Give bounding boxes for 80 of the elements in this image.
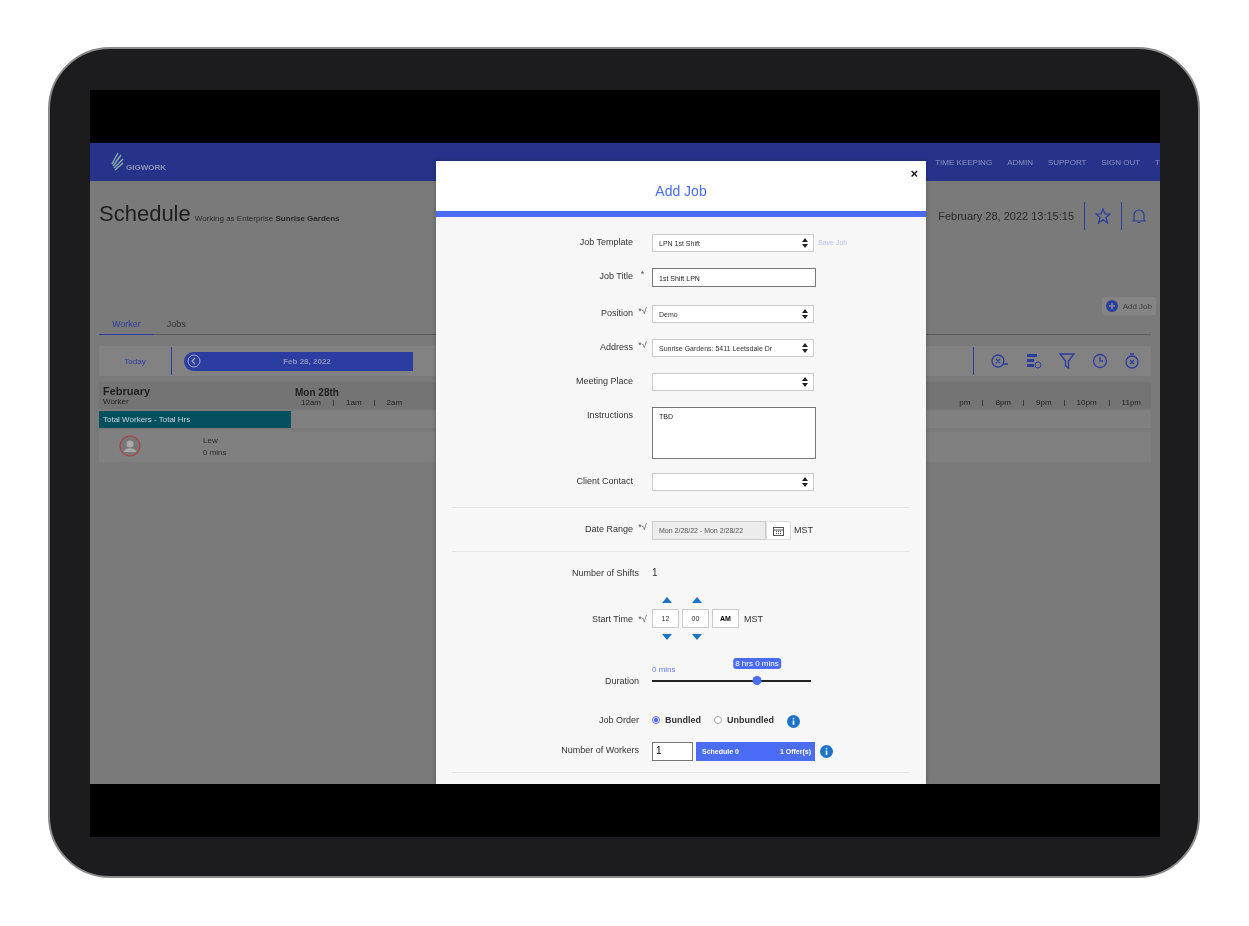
- sort-arrows-icon: [802, 377, 808, 387]
- field-label: Address: [598, 341, 633, 352]
- required-mark: *√: [638, 613, 647, 624]
- hour-label: 11pm: [1121, 398, 1141, 407]
- increment-icon[interactable]: [662, 597, 672, 603]
- nav-link[interactable]: SIGN OUT: [1101, 157, 1141, 167]
- stopwatch-icon[interactable]: [1125, 353, 1139, 369]
- slider-thumb[interactable]: [752, 676, 762, 685]
- worker-cell[interactable]: Lew 0 mins: [99, 430, 291, 462]
- filter-icon[interactable]: [1059, 353, 1075, 369]
- star-icon[interactable]: [1095, 208, 1111, 224]
- plus-circle-icon: [1105, 300, 1118, 312]
- field-label: Duration: [603, 675, 639, 686]
- time-zone: MST: [794, 524, 813, 535]
- sort-arrows-icon: [802, 477, 808, 487]
- date-label: Feb 28, 2022: [282, 356, 332, 366]
- field-label: Number of Workers: [560, 744, 639, 755]
- field-label: Start Time: [591, 613, 633, 624]
- decrement-icon[interactable]: [692, 634, 702, 640]
- dialog-title: Add Job: [655, 183, 707, 199]
- decrement-icon[interactable]: [662, 634, 672, 640]
- close-button[interactable]: ×: [910, 166, 918, 181]
- clock-cancel-icon[interactable]: [991, 353, 1009, 369]
- slider-value-label: 8 hrs 0 mins: [733, 658, 781, 669]
- radio-option[interactable]: Unbundled: [714, 712, 774, 725]
- nav-link[interactable]: SUPPORT: [1047, 157, 1087, 167]
- field-label: Client Contact: [575, 475, 633, 486]
- info-icon[interactable]: [820, 745, 833, 758]
- required-mark: *√: [638, 522, 647, 532]
- field-label: Date Range: [583, 523, 633, 534]
- calendar-button[interactable]: [766, 521, 791, 540]
- field-label: Job Order: [597, 714, 639, 725]
- input-field[interactable]: 1: [652, 742, 693, 761]
- select-field[interactable]: [652, 373, 814, 391]
- calendar-icon: [773, 525, 784, 536]
- worker-name: Lew: [203, 435, 219, 445]
- hour-label: 12am: [301, 398, 321, 407]
- shift-count: 1: [652, 566, 658, 578]
- clock-icon[interactable]: [1092, 353, 1108, 369]
- required-mark: *: [640, 269, 645, 279]
- increment-icon[interactable]: [692, 597, 702, 603]
- field-label: Position: [599, 307, 633, 318]
- chevron-left-icon[interactable]: [187, 354, 201, 368]
- date-time: February 28, 2022 13:15:15: [938, 210, 1074, 222]
- nav-link[interactable]: ADMIN: [1007, 157, 1033, 167]
- hour-label: 1am: [346, 398, 362, 407]
- hour-label: 9pm: [1036, 398, 1052, 407]
- logo-text: GIGWORK: [126, 163, 166, 172]
- field-label: Instructions: [585, 409, 633, 420]
- required-mark: *√: [638, 340, 647, 350]
- hour-label: 8pm: [995, 398, 1011, 407]
- column-label: Worker: [103, 397, 130, 406]
- total-row-header: Total Workers - Total Hrs: [99, 411, 291, 428]
- worker-time: 0 mins: [203, 447, 227, 457]
- hour-label: pm: [959, 398, 971, 407]
- time-zone: MST: [744, 613, 763, 624]
- page-subtitle: Working as Enterprise Sunrise Gardens: [194, 214, 340, 223]
- select-field[interactable]: [652, 473, 814, 491]
- slider-min-label: 0 mins: [652, 665, 676, 674]
- bell-icon[interactable]: [1132, 208, 1146, 224]
- field-label: Number of Shifts: [570, 567, 639, 578]
- radio-option[interactable]: Bundled: [652, 712, 701, 725]
- field-label: Meeting Place: [574, 375, 633, 386]
- list-clock-icon[interactable]: [1026, 353, 1042, 369]
- day-label: Mon 28th: [294, 386, 340, 398]
- sort-arrows-icon: [802, 343, 808, 353]
- avatar-icon: [119, 435, 141, 457]
- field-label: Job Template: [578, 236, 633, 247]
- wing-logo-icon: [108, 152, 124, 172]
- sort-arrows-icon: [802, 309, 808, 319]
- nav-link[interactable]: TIME KEEPING: [935, 157, 993, 167]
- month-label: February: [103, 385, 152, 397]
- nav-link[interactable]: T: [1155, 157, 1160, 167]
- required-mark: *√: [638, 306, 647, 316]
- info-icon[interactable]: [787, 715, 800, 728]
- hour-label: 10pm: [1076, 398, 1097, 407]
- page-title: Schedule: [99, 201, 191, 226]
- hour-label: 2am: [386, 398, 403, 407]
- sort-arrows-icon: [802, 238, 808, 248]
- field-label: Job Title: [598, 270, 633, 281]
